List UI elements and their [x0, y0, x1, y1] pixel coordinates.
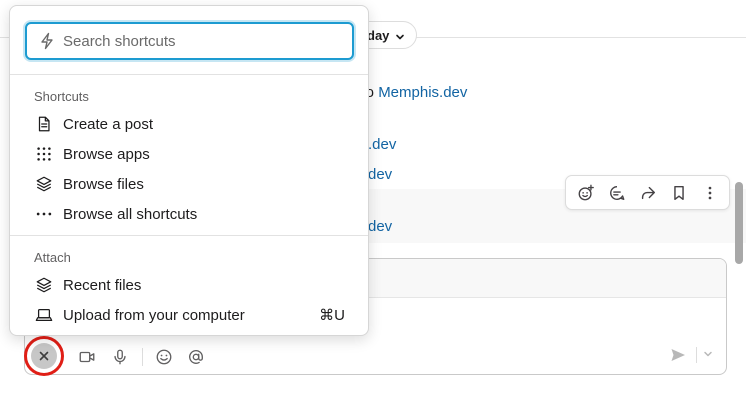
menu-item-browse-files[interactable]: Browse files — [22, 169, 358, 199]
message-link[interactable]: dev — [368, 218, 392, 235]
schedule-send-button[interactable] — [703, 346, 713, 364]
chevron-down-icon — [704, 351, 712, 357]
composer-toolbar — [25, 339, 726, 374]
record-audio-button[interactable] — [108, 345, 132, 369]
forward-message-button[interactable] — [635, 180, 661, 206]
emoji-add-icon — [578, 184, 594, 200]
send-button[interactable] — [668, 345, 688, 365]
scrollbar-thumb[interactable] — [735, 182, 743, 264]
menu-item-label: Browse all shortcuts — [63, 205, 198, 223]
microphone-icon — [114, 349, 126, 365]
menu-item-upload-from-computer[interactable]: Upload from your computer ⌘U — [22, 300, 358, 330]
message-link[interactable]: .dev — [368, 136, 396, 153]
message-text: l to Memphis.dev — [354, 84, 467, 101]
section-heading-attach: Attach — [34, 250, 71, 265]
menu-item-browse-apps[interactable]: Browse apps — [22, 139, 358, 169]
menu-item-label: Browse apps — [63, 145, 150, 163]
record-video-button[interactable] — [75, 345, 99, 369]
send-controls — [668, 344, 720, 366]
add-reaction-button[interactable] — [573, 180, 599, 206]
search-shortcuts-field[interactable] — [25, 22, 354, 60]
chevron-down-icon — [395, 30, 405, 40]
menu-item-recent-files[interactable]: Recent files — [22, 270, 358, 300]
share-arrow-icon — [641, 186, 655, 199]
menu-item-label: Upload from your computer — [63, 306, 245, 324]
menu-item-label: Create a post — [63, 115, 154, 133]
more-vertical-icon — [708, 186, 711, 199]
video-camera-icon — [79, 351, 95, 363]
message-text: .dev — [368, 136, 396, 153]
section-heading-shortcuts: Shortcuts — [34, 89, 89, 104]
layers-icon — [34, 275, 54, 295]
message-link[interactable]: Memphis.dev — [378, 84, 467, 101]
apps-grid-icon — [34, 144, 54, 164]
menu-item-browse-all-shortcuts[interactable]: Browse all shortcuts — [22, 199, 358, 229]
toolbar-separator — [142, 348, 143, 366]
keyboard-shortcut: ⌘U — [319, 307, 345, 324]
shortcuts-popover: Shortcuts Create a post Browse apps Brow… — [9, 5, 369, 336]
layers-icon — [34, 174, 54, 194]
lightning-bolt-icon — [41, 32, 53, 50]
at-sign-icon — [189, 349, 203, 364]
more-actions-button[interactable] — [697, 180, 723, 206]
save-message-button[interactable] — [666, 180, 692, 206]
message-link[interactable]: dev — [368, 166, 392, 183]
send-separator — [696, 347, 697, 363]
message-actions-toolbar — [565, 175, 730, 210]
thread-icon — [609, 185, 624, 200]
date-divider-label: day — [367, 27, 390, 43]
send-icon — [671, 349, 685, 361]
search-shortcuts-input[interactable] — [63, 32, 333, 50]
reply-in-thread-button[interactable] — [604, 180, 630, 206]
menu-item-label: Browse files — [63, 175, 144, 193]
laptop-icon — [34, 305, 54, 325]
document-icon — [34, 114, 54, 134]
emoji-button[interactable] — [152, 345, 176, 369]
bookmark-icon — [673, 185, 684, 200]
message-text: dev — [368, 218, 392, 235]
menu-item-create-post[interactable]: Create a post — [22, 109, 358, 139]
mention-button[interactable] — [184, 345, 208, 369]
more-horizontal-icon — [34, 204, 54, 224]
menu-divider — [10, 74, 368, 75]
close-button-circle — [31, 343, 57, 369]
menu-divider — [10, 235, 368, 236]
close-icon — [39, 351, 49, 361]
menu-item-label: Recent files — [63, 276, 142, 294]
smiley-icon — [156, 349, 172, 365]
close-shortcuts-button[interactable] — [24, 336, 64, 376]
message-text: dev — [368, 166, 392, 183]
